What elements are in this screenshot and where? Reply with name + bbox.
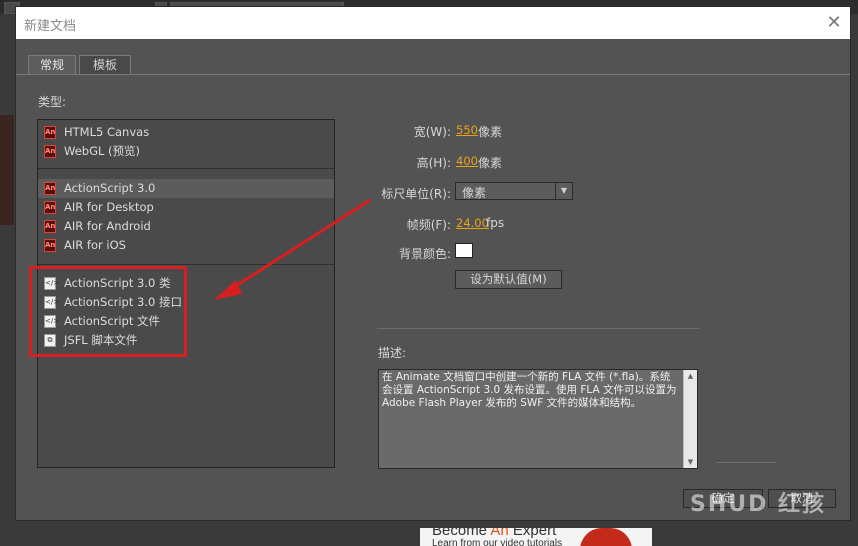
annotation-arrow-icon bbox=[214, 198, 371, 300]
watermark-logo: SHUD 红孩 bbox=[690, 492, 827, 517]
